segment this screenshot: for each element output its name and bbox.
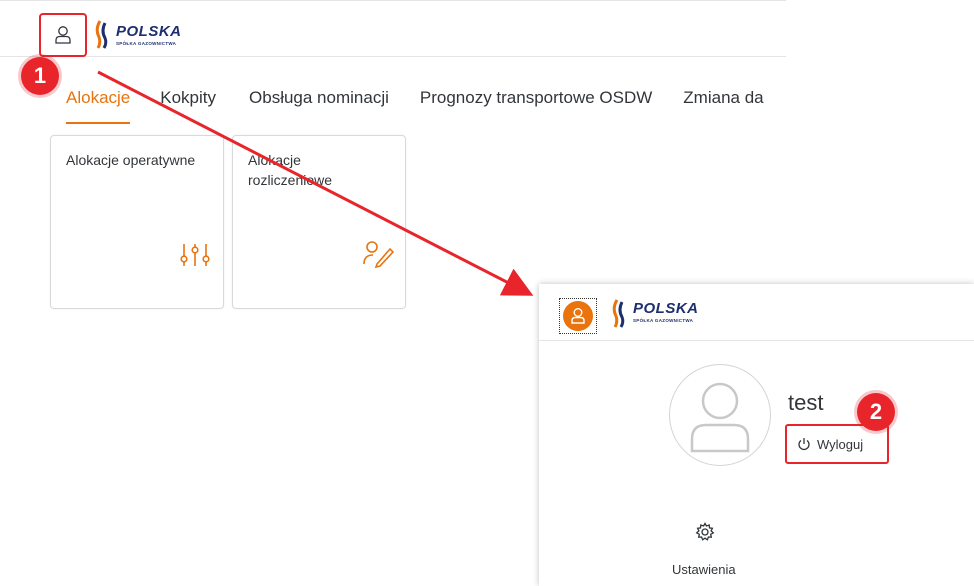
power-icon [798, 438, 810, 451]
avatar [563, 301, 593, 331]
settings-label[interactable]: Ustawienia [672, 562, 736, 577]
profile-picture-placeholder [669, 364, 771, 466]
flame-logo-icon [612, 299, 625, 328]
logo-brand-text: POLSKA [116, 23, 182, 40]
logo-brand-text: POLSKA [633, 300, 699, 317]
user-menu-button[interactable] [39, 13, 87, 57]
user-icon [571, 308, 585, 324]
flame-logo-icon [95, 20, 108, 49]
user-popover-preview: POLSKA SPÓŁKA GAZOWNICTWA test Wyloguj U… [539, 284, 974, 586]
tab-bar: Alokacje Kokpity Obsługa nominacji Progn… [66, 88, 764, 124]
tile-title: Alokacje operatywne [66, 152, 196, 168]
user-icon [690, 382, 750, 453]
step-badge-1: 1 [21, 57, 59, 95]
tab-obsluga-nominacji[interactable]: Obsługa nominacji [249, 88, 389, 124]
logout-label: Wyloguj [817, 436, 864, 452]
tab-zmiana[interactable]: Zmiana da [683, 88, 763, 124]
user-menu-button-active[interactable] [559, 298, 597, 334]
tab-alokacje[interactable]: Alokacje [66, 88, 131, 124]
shell-bar: POLSKA SPÓŁKA GAZOWNICTWA [0, 0, 786, 57]
logo-subtitle: SPÓŁKA GAZOWNICTWA [116, 41, 177, 46]
gear-icon[interactable] [695, 522, 715, 542]
tile-title: Alokacje rozliczeniowe [248, 152, 333, 188]
edit-user-icon [363, 241, 395, 268]
user-icon [55, 26, 71, 44]
tile-alokacje-operatywne[interactable]: Alokacje operatywne [50, 135, 224, 309]
tab-kokpity[interactable]: Kokpity [160, 88, 216, 124]
logo-subtitle: SPÓŁKA GAZOWNICTWA [633, 318, 694, 323]
tab-prognozy-transportowe[interactable]: Prognozy transportowe OSDW [420, 88, 652, 124]
user-name: test [788, 390, 824, 415]
inset-shell-bar: POLSKA SPÓŁKA GAZOWNICTWA [539, 284, 974, 341]
tile-alokacje-rozliczeniowe[interactable]: Alokacje rozliczeniowe [232, 135, 406, 309]
step-badge-2: 2 [857, 393, 895, 431]
sliders-icon [180, 244, 210, 266]
